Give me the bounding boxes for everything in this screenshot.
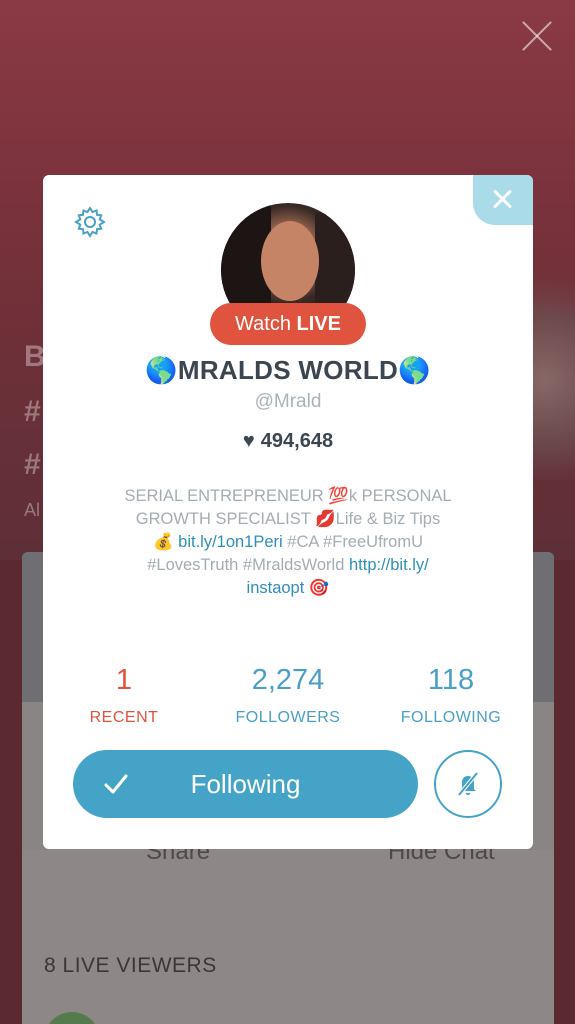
profile-card: Watch LIVE 🌎MRALDS WORLD🌎 @Mrald ♥ 494,64… [43,175,533,849]
profile-handle: @Mrald [254,391,322,412]
stat-following[interactable]: 118 FOLLOWING [371,663,531,727]
money-bag-emoji: 💰 [153,533,179,551]
hearts-value: 494,648 [260,430,334,452]
bio-text: #CA #FreeUfromU [282,533,423,551]
profile-bio: SERIAL ENTREPRENEUR 💯k PERSONAL GROWTH S… [105,485,471,600]
stat-recent[interactable]: 1 RECENT [44,663,204,727]
mute-notifications-button[interactable] [434,750,502,818]
background-hashtag-fragment: # [24,448,41,481]
bio-line: SERIAL ENTREPRENEUR 💯k PERSONAL [124,487,452,505]
followers-label: FOLLOWERS [235,709,341,726]
profile-name: 🌎MRALDS WORLD🌎 [145,355,431,385]
background-hashtag-fragment: # [24,395,41,428]
hearts-count: ♥ 494,648 [43,430,533,453]
following-count: 118 [427,664,475,696]
recent-label: RECENT [89,709,159,726]
bio-text: #LovesTruth #MraldsWorld [147,556,349,574]
gear-icon[interactable] [73,205,107,239]
watch-live-bold: LIVE [296,313,341,335]
bio-link[interactable]: http://bit.ly/ [349,556,429,574]
background-location-fragment: Al [24,500,41,520]
bio-link[interactable]: bit.ly/1on1Peri [178,533,283,551]
viewers-panel [22,850,554,1024]
mute-notification-icon [457,771,479,797]
target-emoji: 🎯 [304,579,330,597]
followers-count: 2,274 [251,664,325,696]
close-broadcast-icon[interactable] [519,18,555,54]
heart-icon: ♥ [242,430,255,452]
bio-line: GROWTH SPECIALIST 💋Life & Biz Tips [135,510,441,528]
following-button[interactable]: Following [73,750,418,818]
live-viewers-count: 8 LIVE VIEWERS [44,954,217,977]
bio-line: #LovesTruth #MraldsWorld http://bit.ly/ [105,554,471,577]
following-button-label: Following [190,769,301,799]
recent-count: 1 [115,664,133,696]
bio-line: instaopt 🎯 [105,577,471,600]
bio-link[interactable]: instaopt [247,579,305,597]
close-icon[interactable] [473,175,533,225]
watch-live-button[interactable]: Watch LIVE [210,303,366,345]
following-label: FOLLOWING [400,709,502,726]
stat-followers[interactable]: 2,274 FOLLOWERS [208,663,368,727]
watch-live-prefix: Watch [235,313,297,335]
bio-line: 💰 bit.ly/1on1Peri #CA #FreeUfromU [105,531,471,554]
